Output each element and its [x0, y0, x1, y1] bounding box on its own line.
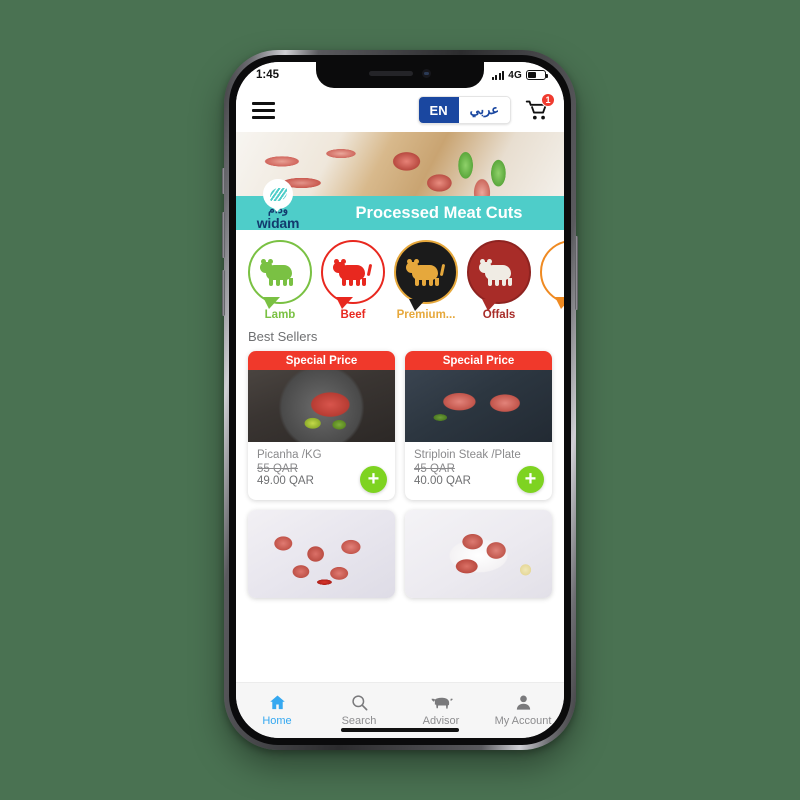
- battery-icon: [526, 70, 548, 80]
- header-actions: EN عربي 1: [417, 93, 555, 124]
- product-card[interactable]: Special Price Striploin Steak /Plate 45 …: [405, 351, 552, 500]
- chicken-icon: [540, 240, 564, 309]
- volume-up-button[interactable]: [222, 212, 225, 258]
- product-name: Picanha /KG: [257, 449, 322, 461]
- special-price-badge: Special Price: [405, 351, 552, 370]
- category-item-next[interactable]: [540, 240, 564, 309]
- category-label: Beef: [340, 309, 366, 321]
- language-toggle[interactable]: EN عربي: [417, 96, 511, 124]
- add-to-cart-button[interactable]: +: [517, 466, 544, 493]
- category-item-premium[interactable]: Premium...: [394, 240, 458, 321]
- category-item-beef[interactable]: Beef: [321, 240, 385, 321]
- phone-screen: 1:45 4G EN عربي 1 widam Processed Meat C…: [236, 62, 564, 738]
- product-card[interactable]: [405, 510, 552, 598]
- section-title-best-sellers: Best Sellers: [248, 329, 318, 344]
- network-type-label: 4G: [508, 69, 522, 81]
- product-image: [248, 370, 395, 442]
- cart-count-badge: 1: [541, 93, 555, 107]
- tab-label: My Account: [494, 714, 552, 727]
- product-image: [248, 510, 395, 598]
- tab-label: Advisor: [422, 714, 460, 727]
- category-item-offals[interactable]: Offals: [467, 240, 531, 321]
- category-label: Offals: [482, 309, 516, 321]
- hero-banner[interactable]: ودام widam Processed Meat Cuts: [236, 132, 564, 230]
- tab-home[interactable]: Home: [236, 693, 318, 727]
- search-icon: [350, 693, 369, 712]
- hero-title: Processed Meat Cuts: [355, 203, 523, 222]
- cow-icon: [321, 240, 385, 309]
- category-label: Lamb: [264, 309, 296, 321]
- product-name: Striploin Steak /Plate: [414, 449, 521, 461]
- leaf-badge-icon: [263, 179, 293, 212]
- hamburger-menu-icon[interactable]: [252, 101, 275, 119]
- lang-ar-button[interactable]: عربي: [458, 97, 510, 123]
- person-icon: [514, 693, 533, 712]
- tab-label: Search: [341, 714, 377, 727]
- tab-label: Home: [262, 714, 292, 727]
- add-to-cart-button[interactable]: +: [360, 466, 387, 493]
- product-card[interactable]: [248, 510, 395, 598]
- category-item-lamb[interactable]: Lamb: [248, 240, 312, 321]
- widam-logo: ودام widam: [236, 179, 320, 230]
- product-image: [405, 510, 552, 598]
- lang-en-button[interactable]: EN: [418, 97, 459, 123]
- special-price-badge: Special Price: [248, 351, 395, 370]
- plus-icon: +: [367, 467, 380, 490]
- hero-caption-band: ودام widam Processed Meat Cuts: [236, 179, 564, 230]
- product-info: Striploin Steak /Plate 45 QAR 40.00 QAR …: [405, 442, 552, 500]
- product-image: [405, 370, 552, 442]
- offals-icon: [467, 240, 531, 311]
- product-info: Picanha /KG 55 QAR 49.00 QAR +: [248, 442, 395, 500]
- status-time: 1:45: [256, 69, 280, 81]
- product-card[interactable]: Special Price Picanha /KG 55 QAR 49.00 Q…: [248, 351, 395, 500]
- mute-switch[interactable]: [222, 168, 225, 194]
- signal-bars-icon: [491, 70, 505, 80]
- tab-my-account[interactable]: My Account: [482, 693, 564, 727]
- tab-advisor[interactable]: Advisor: [400, 693, 482, 727]
- home-icon: [268, 693, 287, 712]
- product-grid: Special Price Picanha /KG 55 QAR 49.00 Q…: [236, 351, 564, 598]
- scroll-content[interactable]: ودام widam Processed Meat Cuts: [236, 132, 564, 682]
- notch: [316, 62, 484, 88]
- category-carousel[interactable]: Lamb Beef Premium... Offals: [236, 230, 564, 327]
- phone-device-mockup: 1:45 4G EN عربي 1 widam Processed Meat C…: [222, 50, 578, 750]
- app-header: EN عربي 1: [236, 88, 564, 132]
- front-camera-icon: [422, 69, 431, 78]
- status-indicators: 4G: [491, 69, 548, 81]
- device-bezel: 1:45 4G EN عربي 1 widam Processed Meat C…: [229, 55, 571, 745]
- cart-button[interactable]: 1: [524, 93, 555, 123]
- home-indicator[interactable]: [341, 728, 459, 732]
- sheep-icon: [248, 240, 312, 309]
- tab-search[interactable]: Search: [318, 693, 400, 727]
- cow-advisor-icon: [430, 693, 453, 712]
- plus-icon: +: [524, 467, 537, 490]
- brand-name-english: widam: [256, 215, 300, 230]
- power-button[interactable]: [575, 236, 578, 310]
- earpiece-speaker-icon: [369, 71, 413, 76]
- category-label: Premium...: [396, 309, 456, 321]
- premium-cow-icon: [394, 240, 458, 311]
- volume-down-button[interactable]: [222, 270, 225, 316]
